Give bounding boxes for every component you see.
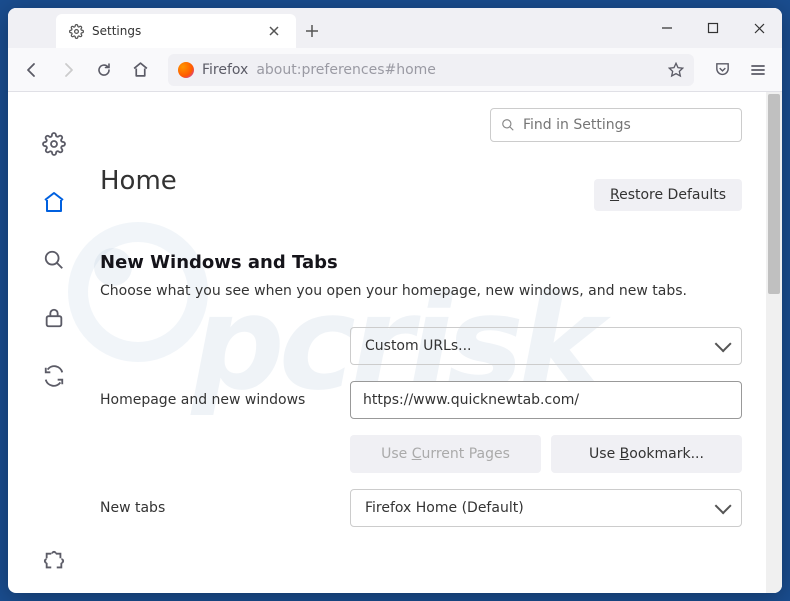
minimize-button[interactable] — [644, 8, 690, 48]
bookmark-star-icon[interactable] — [668, 62, 684, 78]
titlebar: Settings — [8, 8, 782, 48]
app-menu-button[interactable] — [742, 54, 774, 86]
scrollbar[interactable] — [766, 92, 782, 593]
restore-defaults-button[interactable]: Restore Defaults — [594, 179, 742, 211]
settings-search-input[interactable] — [523, 117, 731, 133]
home-button[interactable] — [124, 54, 156, 86]
sidebar-search-icon[interactable] — [42, 248, 66, 272]
homepage-mode-select[interactable]: Custom URLs... — [350, 327, 742, 365]
browser-tab[interactable]: Settings — [56, 14, 296, 48]
newtabs-mode-select[interactable]: Firefox Home (Default) — [350, 489, 742, 527]
sidebar — [8, 92, 100, 593]
sidebar-extensions-icon[interactable] — [42, 549, 66, 573]
page-title: Home — [100, 166, 177, 196]
close-icon[interactable] — [264, 21, 284, 41]
main-content: Home Restore Defaults New Windows and Ta… — [100, 92, 782, 593]
new-tab-button[interactable] — [296, 14, 328, 48]
url-bar[interactable]: Firefox about:preferences#home — [168, 54, 694, 86]
scroll-thumb[interactable] — [768, 94, 780, 294]
url-prefix: Firefox — [202, 62, 248, 78]
window-close-button[interactable] — [736, 8, 782, 48]
maximize-button[interactable] — [690, 8, 736, 48]
sidebar-sync-icon[interactable] — [42, 364, 66, 388]
section-description: Choose what you see when you open your h… — [100, 283, 742, 299]
sidebar-privacy-icon[interactable] — [42, 306, 66, 330]
homepage-label: Homepage and new windows — [100, 392, 350, 408]
sidebar-general-icon[interactable] — [42, 132, 66, 156]
firefox-icon — [178, 62, 194, 78]
homepage-url-input[interactable] — [350, 381, 742, 419]
sidebar-home-icon[interactable] — [42, 190, 66, 214]
back-button[interactable] — [16, 54, 48, 86]
newtabs-label: New tabs — [100, 500, 350, 516]
url-path: about:preferences#home — [256, 62, 436, 78]
section-heading: New Windows and Tabs — [100, 252, 742, 273]
use-bookmark-button[interactable]: Use Bookmark... — [551, 435, 742, 473]
settings-search[interactable] — [490, 108, 742, 142]
tab-label: Settings — [92, 24, 264, 38]
forward-button[interactable] — [52, 54, 84, 86]
search-icon — [501, 118, 515, 132]
pocket-icon[interactable] — [706, 54, 738, 86]
gear-icon — [68, 23, 84, 39]
reload-button[interactable] — [88, 54, 120, 86]
use-current-pages-button[interactable]: Use Current Pages — [350, 435, 541, 473]
toolbar: Firefox about:preferences#home — [8, 48, 782, 92]
